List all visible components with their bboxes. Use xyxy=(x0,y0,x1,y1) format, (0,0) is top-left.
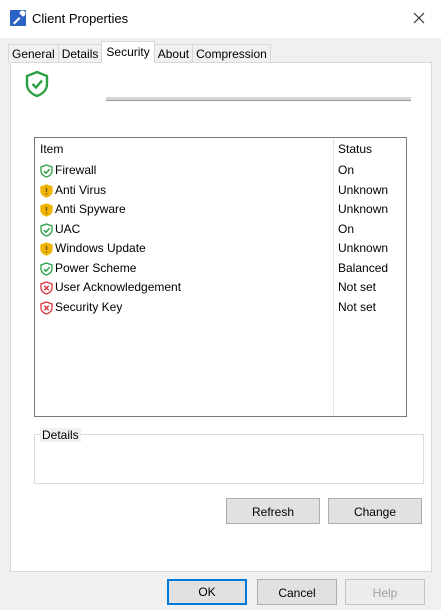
refresh-button[interactable]: Refresh xyxy=(226,498,320,524)
list-item[interactable]: Windows Update Unknown xyxy=(35,240,406,260)
list-item-name: UAC xyxy=(55,221,81,236)
list-item-name: Firewall xyxy=(55,163,97,177)
window-title: Client Properties xyxy=(32,11,129,26)
list-item-status: Not set xyxy=(338,299,377,314)
details-label: Details xyxy=(40,428,81,442)
shield-x-icon xyxy=(40,300,53,315)
shield-check-icon xyxy=(40,261,53,276)
wrench-icon xyxy=(10,10,26,26)
change-button[interactable]: Change xyxy=(328,498,422,524)
shield-x-icon xyxy=(40,281,53,295)
shield-warning-icon xyxy=(40,203,53,217)
list-item-status: Unknown xyxy=(338,202,389,216)
shield-check-icon xyxy=(40,164,53,178)
status-progress-bar xyxy=(106,97,411,101)
title-bar: Client Properties xyxy=(0,0,441,38)
list-item-status: On xyxy=(338,221,355,236)
list-item-name: Windows Update xyxy=(55,241,146,255)
column-header-status[interactable]: Status xyxy=(338,142,372,156)
details-group xyxy=(34,434,424,484)
list-item[interactable]: Power Scheme Balanced xyxy=(35,260,406,280)
list-item[interactable]: Anti Spyware Unknown xyxy=(35,201,406,221)
list-item[interactable]: UAC On xyxy=(35,221,406,241)
tab-compression[interactable]: Compression xyxy=(192,44,271,63)
help-button: Help xyxy=(345,579,425,605)
tab-about[interactable]: About xyxy=(153,44,194,63)
list-item[interactable]: Firewall On xyxy=(35,162,406,182)
list-item-status: Unknown xyxy=(338,241,389,255)
list-item-status: Balanced xyxy=(338,260,389,275)
list-item[interactable]: User Acknowledgement Not set xyxy=(35,279,406,299)
list-item-status: Unknown xyxy=(338,182,389,197)
list-item-name: Anti Spyware xyxy=(55,202,126,216)
shield-warning-icon xyxy=(40,183,53,198)
tab-strip: General Details Security About Compressi… xyxy=(8,41,271,63)
list-item[interactable]: Security Key Not set xyxy=(35,299,406,319)
tab-details[interactable]: Details xyxy=(57,44,103,63)
column-header-item[interactable]: Item xyxy=(40,142,63,156)
list-item-status: Not set xyxy=(338,280,377,294)
list-item-name: Security Key xyxy=(55,299,123,314)
ok-button[interactable]: OK xyxy=(167,579,247,605)
close-button[interactable] xyxy=(405,6,433,30)
cancel-button[interactable]: Cancel xyxy=(257,579,337,605)
tab-security[interactable]: Security xyxy=(101,41,155,63)
shield-warning-icon xyxy=(40,242,53,256)
shield-check-icon xyxy=(24,70,50,98)
close-icon xyxy=(413,12,425,24)
security-items-list[interactable]: Item Status Firewall On Anti Virus Unknown A… xyxy=(34,137,407,417)
list-item-name: Power Scheme xyxy=(55,260,137,275)
list-item[interactable]: Anti Virus Unknown xyxy=(35,182,406,202)
list-item-name: User Acknowledgement xyxy=(55,280,182,294)
list-item-status: On xyxy=(338,163,355,177)
list-item-name: Anti Virus xyxy=(55,182,107,197)
shield-check-icon xyxy=(40,222,53,237)
tab-general[interactable]: General xyxy=(8,44,59,63)
